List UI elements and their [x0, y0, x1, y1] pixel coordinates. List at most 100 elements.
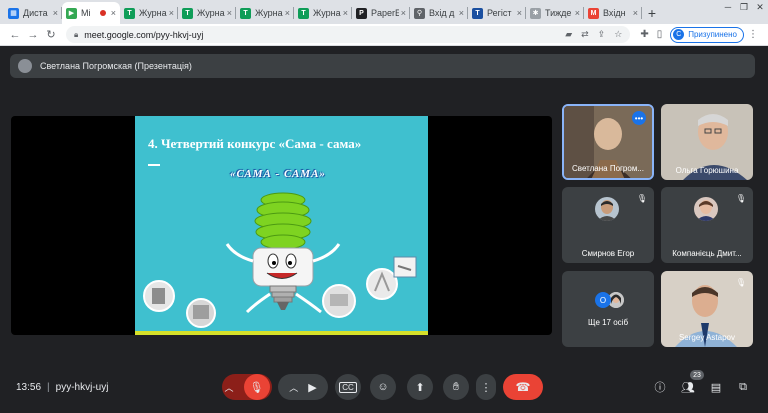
back-icon[interactable]: ←	[6, 29, 24, 41]
profile-avatar: C	[673, 29, 685, 40]
mic-off-button[interactable]: 🎙︎	[243, 374, 270, 400]
participant-name: Sergey Astapov	[678, 333, 736, 342]
close-window-icon[interactable]: ✕	[752, 0, 768, 14]
clock-time: 13:56	[16, 382, 42, 393]
window-controls: ─ ❐ ✕	[720, 0, 768, 14]
raise-hand-button[interactable]: ✋︎	[443, 374, 469, 400]
tab-close-icon[interactable]: ×	[517, 8, 522, 18]
presenter-label: Светлана Погромская (Презентація)	[40, 61, 192, 71]
meet-control-bar: 13:56 | pyy-hkvj-uyj ︿ 🎙︎ ︿ ▶︎ CC ☺ ⬆︎ ✋︎ …	[0, 370, 768, 406]
mic-options-chevron-icon[interactable]: ︿	[224, 381, 233, 394]
browser-tab[interactable]: T Журна ×	[120, 2, 178, 24]
profile-button[interactable]: C Призупинено	[670, 26, 744, 43]
participant-tile-6[interactable]: 🎙︎ Sergey Astapov	[661, 271, 753, 347]
minimize-icon[interactable]: ─	[720, 0, 736, 14]
tab-label: Журна	[197, 8, 225, 18]
tab-label: Регіст	[487, 8, 512, 18]
browser-tab[interactable]: T Регіст ×	[468, 2, 526, 24]
tab-label: Журна	[139, 8, 167, 18]
browser-tab[interactable]: M Вхідн ×	[584, 2, 642, 24]
tab-close-icon[interactable]: ×	[285, 8, 290, 18]
tab-close-icon[interactable]: ×	[227, 8, 232, 18]
tab-strip: ▦ Диста × ▶ Mi × T Журна × T Журна × T Журна × T Журна × P…	[0, 0, 768, 24]
new-tab-button[interactable]: +	[642, 2, 662, 24]
people-icon[interactable]: 👥︎	[679, 378, 697, 396]
mic-off-icon: 🎙︎	[735, 193, 747, 203]
recording-indicator-icon	[99, 10, 106, 16]
browser-tab[interactable]: T Журна ×	[294, 2, 352, 24]
share-icon[interactable]: ⇪	[598, 29, 606, 40]
mic-control-group: ︿ 🎙︎	[222, 374, 272, 400]
present-screen-icon: ⬆︎	[415, 381, 425, 394]
browser-tab[interactable]: ▶ Mi ×	[62, 2, 120, 24]
captions-button[interactable]: CC	[335, 374, 361, 400]
address-bar[interactable]: 🔒︎ meet.google.com/pyy-hkvj-uyj ▰ ⇄ ⇪ ☆	[66, 26, 631, 43]
camera-button[interactable]: ▶︎	[308, 381, 316, 394]
tab-close-icon[interactable]: ×	[169, 8, 174, 18]
activities-icon[interactable]: ⧉	[734, 378, 752, 396]
tab-close-icon[interactable]: ×	[575, 8, 580, 18]
forward-icon[interactable]: →	[24, 29, 42, 41]
sidepanel-icon[interactable]: ▯	[657, 29, 663, 40]
tab-favicon-icon: M	[588, 7, 599, 19]
presentation-stage[interactable]: 4. Четвертий конкурс «Сама - сама» «САМА…	[11, 116, 552, 335]
participant-tile-3[interactable]: 🎙︎ Смирнов Егор	[562, 187, 654, 263]
tab-close-icon[interactable]: ×	[111, 8, 116, 18]
tab-close-icon[interactable]: ×	[343, 8, 348, 18]
browser-tab[interactable]: ⚲ Вхід д ×	[410, 2, 468, 24]
star-icon[interactable]: ☆	[614, 29, 622, 40]
tab-favicon-icon: P	[356, 7, 367, 19]
emoji-icon: ☺	[377, 381, 389, 393]
others-initial-avatar: О	[595, 292, 611, 308]
menu-icon[interactable]: ⋮	[748, 29, 758, 40]
extensions-icon[interactable]: ✚	[640, 29, 648, 40]
present-button[interactable]: ⬆︎	[407, 374, 433, 400]
browser-tab[interactable]: P PaperE ×	[352, 2, 410, 24]
tab-label: Журна	[255, 8, 283, 18]
participant-name: Смирнов Егор	[581, 249, 635, 258]
url-text: meet.google.com/pyy-hkvj-uyj	[84, 29, 204, 40]
participant-tile-2[interactable]: Ольга Горюшина	[661, 104, 753, 180]
camera-options-chevron-icon[interactable]: ︿	[289, 381, 298, 394]
more-options-icon[interactable]: •••	[632, 111, 646, 125]
tab-favicon-icon: T	[472, 7, 483, 19]
participant-avatar	[694, 197, 718, 221]
tab-close-icon[interactable]: ×	[633, 8, 638, 18]
meeting-info: 13:56 | pyy-hkvj-uyj	[16, 382, 109, 393]
tab-close-icon[interactable]: ×	[53, 8, 58, 18]
profile-label: Призупинено	[688, 30, 737, 39]
reactions-button[interactable]: ☺	[370, 374, 396, 400]
browser-tab[interactable]: ✱ Тижде ×	[526, 2, 584, 24]
presenter-avatar	[18, 59, 32, 73]
browser-tab[interactable]: T Журна ×	[178, 2, 236, 24]
browser-tab[interactable]: T Журна ×	[236, 2, 294, 24]
mic-off-icon: 🎙︎	[735, 277, 747, 287]
participant-tile-others[interactable]: О Ще 17 осіб	[562, 271, 654, 347]
screen: ▦ Диста × ▶ Mi × T Журна × T Журна × T Журна × T Журна × P…	[0, 0, 768, 413]
browser-tab[interactable]: ▦ Диста ×	[4, 2, 62, 24]
leave-call-button[interactable]: ☎︎	[503, 374, 543, 400]
participant-tile-4[interactable]: 🎙︎ Компанієць Дмит...	[661, 187, 753, 263]
tab-label: PaperE	[371, 8, 399, 18]
tab-favicon-icon: T	[298, 7, 309, 19]
meeting-code: pyy-hkvj-uyj	[55, 382, 109, 393]
participant-name: Ольга Горюшина	[675, 166, 739, 175]
chat-icon[interactable]: ▤	[707, 378, 725, 396]
tab-close-icon[interactable]: ×	[459, 8, 464, 18]
more-options-button[interactable]: ⋮	[476, 374, 496, 400]
mic-off-icon: 🎙︎	[636, 193, 648, 203]
tab-label: Mi	[81, 8, 91, 18]
reload-icon[interactable]: ↻	[42, 28, 60, 41]
tab-close-icon[interactable]: ×	[401, 8, 406, 18]
more-vert-icon: ⋮	[480, 381, 492, 394]
participant-tile-1[interactable]: ••• Светлана Погром...	[562, 104, 654, 180]
tab-label: Вхід д	[429, 8, 455, 18]
maximize-icon[interactable]: ❐	[736, 0, 752, 14]
camera-icon[interactable]: ▰	[565, 29, 572, 40]
translate-icon[interactable]: ⇄	[581, 29, 589, 40]
participant-name: Ще 17 осіб	[587, 318, 629, 327]
presentation-slide: 4. Четвертий конкурс «Сама - сама» «САМА…	[135, 116, 428, 335]
tab-favicon-icon: ▦	[8, 7, 19, 19]
meeting-details-icon[interactable]: ⓘ	[651, 378, 669, 396]
tab-label: Тижде	[545, 8, 572, 18]
